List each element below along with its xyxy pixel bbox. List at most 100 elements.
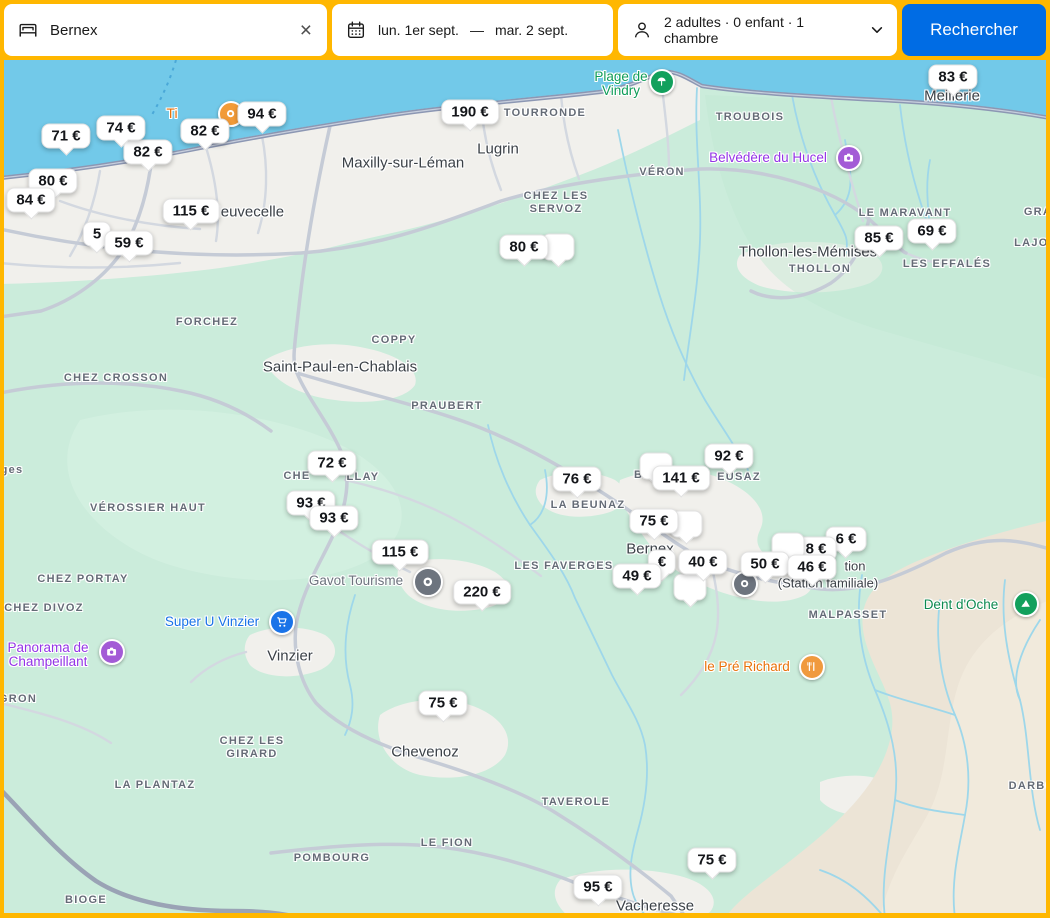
price-pin[interactable]: 71 € (41, 124, 90, 149)
price-pin[interactable]: 115 € (372, 540, 429, 565)
price-pin[interactable]: 92 € (704, 444, 753, 469)
date-separator: — (470, 22, 484, 38)
hamlet-label: BIOGE (65, 894, 107, 906)
map-canvas[interactable]: Maxilly-sur-LémanLugrinNeuvecelleMeiller… (4, 60, 1046, 913)
map-label-fragment: LAJOU (1014, 237, 1046, 249)
restaurant-icon[interactable] (799, 654, 825, 680)
poi-label: Dent d'Oche (924, 598, 999, 612)
price-pin[interactable]: 83 € (928, 65, 977, 90)
price-pin[interactable]: 40 € (678, 550, 727, 575)
map-overlay: Maxilly-sur-LémanLugrinNeuvecelleMeiller… (4, 60, 1046, 913)
hamlet-label: TAVEROLE (542, 796, 611, 808)
checkout-date: mar. 2 sept. (495, 22, 568, 38)
hamlet-label: FORCHEZ (176, 316, 238, 328)
hamlet-label: MALPASSET (809, 609, 888, 621)
price-pin[interactable]: 72 € (307, 451, 356, 476)
hamlet-label: THOLLON (789, 263, 851, 275)
price-pin[interactable]: 75 € (418, 691, 467, 716)
price-pin[interactable]: 93 € (309, 506, 358, 531)
price-pin[interactable]: 94 € (237, 102, 286, 127)
map-label-fragment: CHE (283, 470, 310, 482)
hamlet-label: LES FAVERGES (514, 560, 613, 572)
town-label: Saint-Paul-en-Chablais (263, 359, 417, 376)
hamlet-label: LA BEUNAZ (551, 499, 626, 511)
search-bar: Bernex × lun. 1er sept. — mar. 2 sept. (0, 0, 1050, 60)
price-pin[interactable]: 115 € (163, 199, 220, 224)
cart-icon[interactable] (269, 609, 295, 635)
poi-label: Super U Vinzier (165, 615, 259, 629)
destination-field[interactable]: Bernex × (4, 4, 327, 56)
town-label: Vacheresse (616, 898, 694, 914)
map-label-fragment: Ti (166, 105, 177, 121)
hamlet-label: CHEZ LES (220, 735, 285, 747)
bed-icon (17, 19, 39, 41)
poi-label: le Pré Richard (704, 660, 790, 674)
chevron-down-icon (870, 23, 884, 37)
dot-icon[interactable] (413, 567, 443, 597)
camera-icon[interactable] (99, 639, 125, 665)
hamlet-label: PRAUBERT (411, 400, 483, 412)
search-button[interactable]: Rechercher (902, 4, 1046, 56)
poi-label: Gavot Tourisme (309, 574, 403, 588)
hamlet-label: GIRARD (226, 748, 277, 760)
town-label: Neuvecelle (210, 204, 284, 221)
price-pin[interactable]: 74 € (96, 116, 145, 141)
camera-icon[interactable] (836, 145, 862, 171)
price-pin[interactable]: 82 € (123, 140, 172, 165)
hamlet-label: TOURRONDE (504, 107, 586, 119)
price-pin[interactable]: 82 € (180, 119, 229, 144)
poi-label: Panorama deChampeillant (7, 641, 88, 669)
person-icon (631, 19, 653, 41)
town-label: Chevenoz (391, 744, 459, 761)
map-label-fragment: tion (845, 559, 866, 574)
hamlet-label: POMBOURG (294, 852, 370, 864)
price-pin[interactable]: 141 € (652, 466, 710, 491)
map-label-fragment: DARBO (1009, 780, 1046, 792)
price-pin[interactable]: 95 € (573, 875, 622, 900)
price-pin[interactable]: 190 € (441, 100, 499, 125)
hamlet-label: LES EFFALÉS (903, 258, 991, 270)
hamlet-label: CHEZ CROSSON (64, 372, 168, 384)
booking-map-page: Bernex × lun. 1er sept. — mar. 2 sept. (0, 0, 1050, 918)
clear-search-icon[interactable]: × (298, 20, 314, 41)
occupancy-summary: 2 adultes · 0 enfant · 1 chambre (664, 14, 848, 46)
poi-label: Plage deVindry (594, 70, 647, 98)
map-label-fragment: ges (4, 464, 23, 476)
hamlet-label: VÉRON (639, 166, 685, 178)
price-pin[interactable]: 85 € (854, 226, 903, 251)
town-label: Vinzier (267, 648, 313, 665)
price-pin[interactable]: 76 € (552, 467, 601, 492)
price-pin[interactable]: 75 € (629, 509, 678, 534)
price-pin[interactable]: 59 € (104, 231, 153, 256)
hamlet-label: COPPY (371, 334, 416, 346)
price-pin[interactable]: 80 € (499, 235, 548, 260)
dates-field[interactable]: lun. 1er sept. — mar. 2 sept. (332, 4, 613, 56)
hamlet-label: GRON (4, 693, 37, 705)
price-pin[interactable]: 46 € (787, 555, 836, 580)
hamlet-label: CHEZ LES (524, 190, 589, 202)
map-label-fragment: GRA (1024, 206, 1046, 218)
price-pin[interactable]: 69 € (907, 219, 956, 244)
town-label: Maxilly-sur-Léman (342, 155, 465, 172)
hamlet-label: TROUBOIS (716, 111, 784, 123)
hamlet-label: CHEZ PORTAY (37, 573, 128, 585)
destination-value: Bernex (50, 22, 98, 39)
hamlet-label: LE MARAVANT (859, 207, 952, 219)
calendar-icon (345, 19, 367, 41)
poi-label: Belvédère du Hucel (709, 151, 827, 165)
hamlet-label: VÉROSSIER HAUT (90, 502, 206, 514)
price-pin[interactable]: 50 € (740, 552, 789, 577)
mountain-icon[interactable] (1013, 591, 1039, 617)
occupancy-field[interactable]: 2 adultes · 0 enfant · 1 chambre (618, 4, 897, 56)
beach-icon[interactable] (649, 69, 675, 95)
map-label-fragment: EUSAZ (717, 471, 761, 483)
checkin-date: lun. 1er sept. (378, 22, 459, 38)
hamlet-label: CHEZ DIVOZ (4, 602, 84, 614)
price-pin[interactable]: 49 € (612, 564, 661, 589)
town-label: Lugrin (477, 141, 519, 158)
hamlet-label: LA PLANTAZ (115, 779, 196, 791)
price-pin[interactable]: 84 € (6, 188, 55, 213)
hamlet-label: SERVOZ (530, 203, 583, 215)
price-pin[interactable]: 220 € (453, 580, 511, 605)
price-pin[interactable]: 75 € (687, 848, 736, 873)
